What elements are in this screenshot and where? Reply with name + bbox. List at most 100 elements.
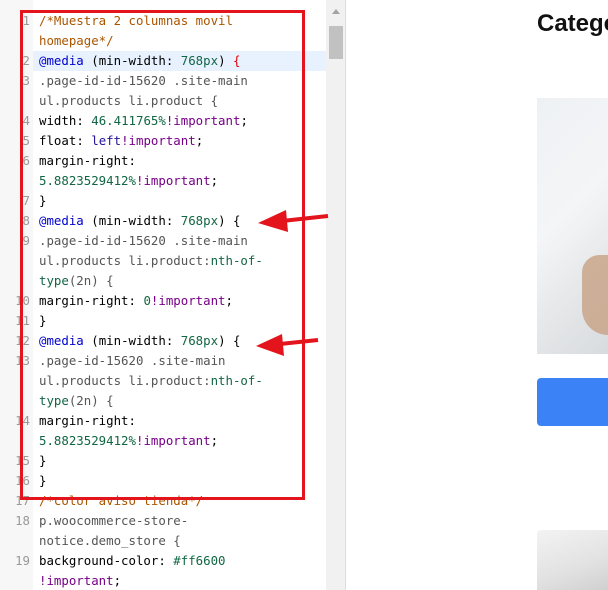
code-line[interactable]: .page-id-id-15620 .site-main	[39, 231, 248, 251]
code-line[interactable]: }	[39, 471, 46, 491]
line-number: 19	[15, 553, 30, 568]
code-line[interactable]: .page-id-15620 .site-main	[39, 351, 226, 371]
code-line[interactable]: }	[39, 451, 46, 471]
code-token: :	[76, 133, 92, 148]
line-number: 13	[15, 353, 30, 368]
category-image-detail	[582, 255, 608, 335]
vertical-scrollbar[interactable]	[326, 0, 345, 590]
code-token: margin-right	[39, 153, 129, 168]
code-token: ul.products li.product:	[39, 373, 211, 388]
code-token: !important	[135, 173, 211, 188]
line-number: 12	[15, 333, 30, 348]
code-token: ;	[240, 113, 248, 128]
code-line[interactable]: background-color: #ff6600	[39, 551, 226, 571]
code-token: margin-right	[39, 293, 129, 308]
code-token: /*Muestra 2 columnas movil	[39, 13, 233, 28]
code-token: .page-id-id-15620 .site-main	[39, 73, 248, 88]
code-token: type	[39, 393, 69, 408]
code-line[interactable]: ul.products li.product {	[39, 91, 218, 111]
code-line[interactable]: p.woocommerce-store-	[39, 511, 188, 531]
code-editor[interactable]: 1 /*Muestra 2 columnas movil homepage*/ 2 @m…	[0, 0, 346, 590]
code-token: ;	[225, 293, 233, 308]
scroll-up-icon[interactable]	[332, 9, 340, 14]
code-line[interactable]: 5.8823529412%!important;	[39, 171, 218, 191]
code-line[interactable]: float: left!important;	[39, 131, 203, 151]
code-token: :	[128, 413, 136, 428]
code-line[interactable]: .page-id-id-15620 .site-main	[39, 71, 248, 91]
line-number: 8	[22, 213, 30, 228]
code-token: !important	[165, 113, 241, 128]
code-token: 5.8823529412%	[39, 433, 136, 448]
code-token: .page-id-15620 .site-main	[39, 353, 226, 368]
code-token: homepage*/	[39, 33, 114, 48]
code-token: {	[232, 53, 241, 68]
code-token: min-width	[98, 333, 166, 348]
line-number: 14	[15, 413, 30, 428]
code-line[interactable]: @media (min-width: 768px) {	[39, 51, 240, 71]
category-heading: Catego	[537, 10, 608, 37]
code-line[interactable]: margin-right:	[39, 411, 136, 431]
code-token: 46.411765%	[91, 113, 166, 128]
line-number: 18	[15, 513, 30, 528]
code-token: background-color	[39, 553, 159, 568]
code-line[interactable]: 5.8823529412%!important;	[39, 431, 218, 451]
line-number: 2	[22, 53, 30, 68]
code-line[interactable]: @media (min-width: 768px) {	[39, 211, 240, 231]
code-token: @media	[39, 213, 84, 228]
code-line[interactable]: /*Muestra 2 columnas movil	[39, 11, 233, 31]
code-token: /*color aviso tienda*/	[39, 493, 204, 508]
line-number: 15	[15, 453, 30, 468]
line-number: 1	[22, 13, 30, 28]
code-token: (2n) {	[68, 273, 114, 288]
code-token: ) {	[218, 213, 241, 228]
code-line[interactable]: type(2n) {	[39, 391, 114, 411]
code-token: ;	[113, 573, 122, 588]
code-line[interactable]: }	[39, 191, 46, 211]
code-token: (	[83, 333, 99, 348]
code-token: :	[165, 53, 181, 68]
code-line[interactable]: ul.products li.product:nth-of-	[39, 251, 263, 271]
code-line[interactable]: margin-right: 0!important;	[39, 291, 233, 311]
code-line[interactable]: }	[39, 311, 46, 331]
category-image-2[interactable]	[537, 530, 608, 590]
code-token: ;	[210, 173, 219, 188]
code-token: 0	[143, 293, 151, 308]
code-token: 768px	[180, 333, 219, 348]
code-token: notice.demo_store {	[39, 533, 181, 548]
code-token: !important	[121, 133, 196, 148]
code-token: :	[76, 113, 92, 128]
scrollbar-thumb[interactable]	[329, 26, 343, 59]
line-number: 3	[22, 73, 30, 88]
code-token: 5.8823529412%	[39, 173, 136, 188]
code-token: type	[39, 273, 69, 288]
code-token: margin-right	[39, 413, 129, 428]
line-number: 4	[22, 113, 30, 128]
code-line[interactable]: type(2n) {	[39, 271, 114, 291]
code-token: nth-of-	[210, 373, 263, 388]
code-token: 768px	[180, 53, 219, 68]
line-number: 5	[22, 133, 30, 148]
code-token: }	[39, 473, 47, 488]
code-line[interactable]: !important;	[39, 571, 121, 590]
code-token: :	[158, 553, 174, 568]
code-token: ul.products li.product:	[39, 253, 211, 268]
code-token: @media	[39, 333, 84, 348]
code-token: width	[39, 113, 77, 128]
category-button[interactable]	[537, 378, 608, 426]
code-token: :	[128, 153, 136, 168]
code-line[interactable]: width: 46.411765%!important;	[39, 111, 248, 131]
code-token: :	[165, 213, 181, 228]
line-number: 10	[15, 293, 30, 308]
code-line[interactable]: notice.demo_store {	[39, 531, 181, 551]
code-line[interactable]: ul.products li.product:nth-of-	[39, 371, 263, 391]
code-line[interactable]: /*color aviso tienda*/	[39, 491, 203, 511]
code-line[interactable]: margin-right:	[39, 151, 136, 171]
line-number: 17	[15, 493, 30, 508]
code-token: (	[83, 213, 99, 228]
code-token: )	[218, 53, 233, 68]
code-token: !important	[135, 433, 211, 448]
line-number: 7	[22, 193, 30, 208]
code-token: :	[165, 333, 181, 348]
code-line[interactable]: homepage*/	[39, 31, 114, 51]
code-line[interactable]: @media (min-width: 768px) {	[39, 331, 240, 351]
